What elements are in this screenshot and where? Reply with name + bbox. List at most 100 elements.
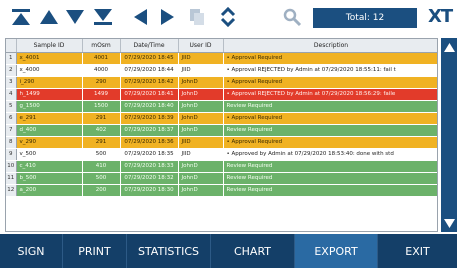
table-row[interactable]: 9 v_500 500 07/29/2020 18:35 JIID • Approved …: [6, 148, 437, 161]
cell-description: Review Required: [223, 100, 437, 113]
sort-icon[interactable]: [217, 7, 239, 27]
total-count-badge: Total: 12: [313, 8, 417, 28]
cell-description: Review Required: [223, 160, 437, 173]
cell-user-id: JohnD: [178, 100, 224, 113]
statistics-button[interactable]: STATISTICS: [127, 234, 211, 268]
cell-mosm: 290: [82, 76, 121, 89]
column-header-sample-id[interactable]: Sample ID: [16, 39, 83, 53]
cell-user-id: JohnD: [178, 160, 224, 173]
page-down-icon[interactable]: [64, 7, 86, 27]
table-row[interactable]: 5 g_1500 1500 07/29/2020 18:40 JohnD Review R…: [6, 100, 437, 113]
chart-button[interactable]: CHART: [211, 234, 295, 268]
cell-date-time: 07/29/2020 18:36: [120, 136, 179, 149]
cell-description: • Approval Required: [223, 52, 437, 65]
row-number: 3: [6, 76, 17, 89]
cell-date-time: 07/29/2020 18:33: [120, 160, 179, 173]
cell-description: • Approval Required: [223, 136, 437, 149]
cell-date-time: 07/29/2020 18:32: [120, 172, 179, 185]
cell-date-time: 07/29/2020 18:39: [120, 112, 179, 125]
table-row[interactable]: 4 h_1499 1499 07/29/2020 18:41 JohnD • Approv…: [6, 88, 437, 101]
row-number: 11: [6, 172, 17, 185]
copy-icon[interactable]: [186, 7, 208, 27]
page-up-icon[interactable]: [38, 7, 60, 27]
cell-user-id: JohnD: [178, 112, 224, 125]
table-body: 1 x_4001 4001 07/29/2020 18:45 JIID • Approva…: [6, 52, 437, 197]
cell-mosm: 291: [82, 112, 121, 125]
cell-user-id: JohnD: [178, 184, 224, 197]
table-row[interactable]: 11 b_500 500 07/29/2020 18:32 JohnD Review Re…: [6, 172, 437, 185]
prev-icon[interactable]: [130, 7, 152, 27]
cell-mosm: 500: [82, 148, 121, 161]
row-number: 6: [6, 112, 17, 125]
column-header-date-time[interactable]: Date/Time: [120, 39, 179, 53]
cell-date-time: 07/29/2020 18:44: [120, 64, 179, 77]
sample-grid: Sample ID mOsm Date/Time User ID Descrip…: [5, 38, 438, 232]
cell-description: • Approval Required: [223, 76, 437, 89]
print-button[interactable]: PRINT: [63, 234, 127, 268]
row-number: 10: [6, 160, 17, 173]
first-page-icon[interactable]: [10, 7, 32, 27]
column-header-user-id[interactable]: User ID: [178, 39, 224, 53]
table-row[interactable]: 8 v_290 291 07/29/2020 18:36 JIID • Approval …: [6, 136, 437, 149]
cell-sample-id: g_1500: [16, 100, 83, 113]
exit-button[interactable]: EXIT: [378, 234, 457, 268]
cell-description: • Approval REJECTED by Admin at 07/29/20…: [223, 88, 437, 101]
cell-sample-id: c_410: [16, 160, 83, 173]
cell-user-id: JohnD: [178, 76, 224, 89]
table-row[interactable]: 2 x_4000 4000 07/29/2020 18:44 JIID • Approva…: [6, 64, 437, 77]
row-number: 5: [6, 100, 17, 113]
search-icon[interactable]: [282, 7, 304, 27]
export-button[interactable]: EXPORT: [295, 234, 378, 268]
cell-user-id: JohnD: [178, 124, 224, 137]
cell-sample-id: v_500: [16, 148, 83, 161]
row-number: 8: [6, 136, 17, 149]
bottom-command-bar: SIGN PRINT STATISTICS CHART EXPORT EXIT: [0, 234, 457, 268]
cell-description: Review Required: [223, 184, 437, 197]
cell-description: Review Required: [223, 124, 437, 137]
table-row[interactable]: 12 a_200 200 07/29/2020 18:30 JohnD Review Re…: [6, 184, 437, 197]
table-row[interactable]: 10 c_410 410 07/29/2020 18:33 JohnD Review Re…: [6, 160, 437, 173]
cell-date-time: 07/29/2020 18:41: [120, 88, 179, 101]
vertical-scrollbar[interactable]: [441, 38, 457, 232]
brand-logo: XT: [428, 6, 453, 27]
cell-mosm: 200: [82, 184, 121, 197]
scroll-down-icon[interactable]: [441, 216, 457, 230]
cell-user-id: JIID: [178, 136, 224, 149]
row-number: 9: [6, 148, 17, 161]
row-number: 12: [6, 184, 17, 197]
row-number-header: [6, 39, 17, 53]
column-header-description[interactable]: Description: [223, 39, 437, 53]
cell-user-id: JIID: [178, 148, 224, 161]
cell-sample-id: b_500: [16, 172, 83, 185]
cell-date-time: 07/29/2020 18:37: [120, 124, 179, 137]
row-number: 4: [6, 88, 17, 101]
scroll-up-icon[interactable]: [441, 40, 457, 54]
cell-sample-id: e_291: [16, 112, 83, 125]
cell-sample-id: i_290: [16, 76, 83, 89]
cell-mosm: 4001: [82, 52, 121, 65]
cell-sample-id: v_290: [16, 136, 83, 149]
cell-sample-id: h_1499: [16, 88, 83, 101]
next-icon[interactable]: [156, 7, 178, 27]
row-number: 7: [6, 124, 17, 137]
table-row[interactable]: 3 i_290 290 07/29/2020 18:42 JohnD • Approval…: [6, 76, 437, 89]
sign-button[interactable]: SIGN: [0, 234, 63, 268]
cell-date-time: 07/29/2020 18:30: [120, 184, 179, 197]
cell-user-id: JIID: [178, 64, 224, 77]
table-row[interactable]: 7 d_400 402 07/29/2020 18:37 JohnD Review Req…: [6, 124, 437, 137]
cell-mosm: 402: [82, 124, 121, 137]
row-number: 2: [6, 64, 17, 77]
cell-date-time: 07/29/2020 18:40: [120, 100, 179, 113]
cell-mosm: 500: [82, 172, 121, 185]
cell-date-time: 07/29/2020 18:45: [120, 52, 179, 65]
table-row[interactable]: 1 x_4001 4001 07/29/2020 18:45 JIID • Approva…: [6, 52, 437, 65]
row-number: 1: [6, 52, 17, 65]
cell-user-id: JIID: [178, 52, 224, 65]
cell-mosm: 1500: [82, 100, 121, 113]
toolbar: Total: 12 XT: [0, 0, 457, 34]
table-row[interactable]: 6 e_291 291 07/29/2020 18:39 JohnD • Approval…: [6, 112, 437, 125]
cell-sample-id: a_200: [16, 184, 83, 197]
table-header: Sample ID mOsm Date/Time User ID Descrip…: [6, 39, 437, 53]
column-header-mosm[interactable]: mOsm: [82, 39, 121, 53]
last-page-icon[interactable]: [92, 7, 114, 27]
